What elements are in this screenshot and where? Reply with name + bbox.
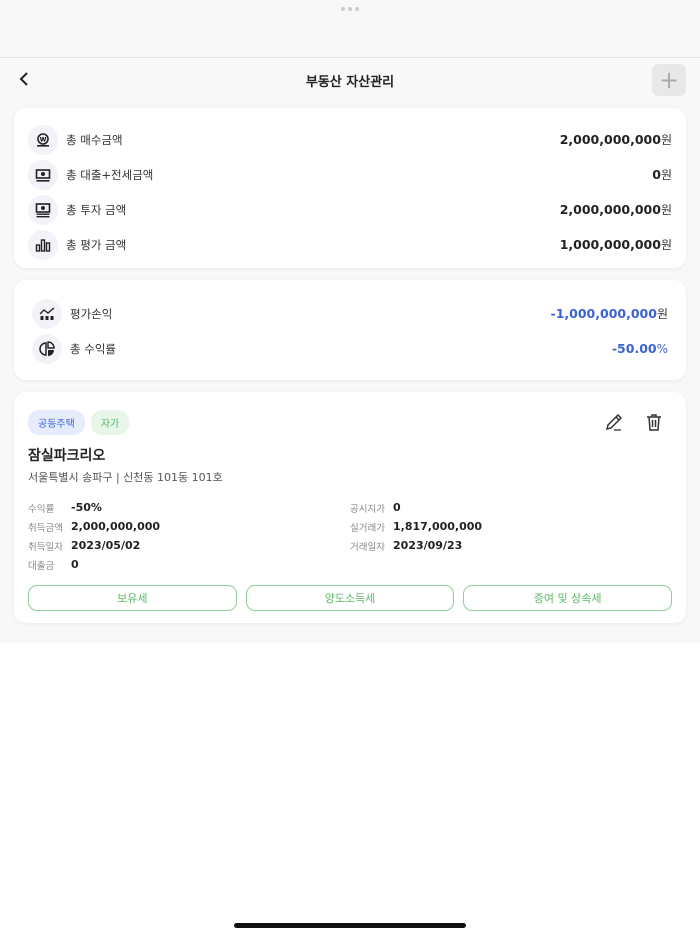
type-badge: 공동주택 xyxy=(28,410,85,435)
field-value: 0 xyxy=(393,501,401,514)
summary-value: 2,000,000,000 xyxy=(559,202,661,217)
profit-row: 총 수익률 -50.00% xyxy=(32,331,668,366)
profit-label: 평가손익 xyxy=(70,306,113,321)
summary-row: 총 평가 금액 1,000,000,000 원 xyxy=(28,227,672,262)
money-stack-icon xyxy=(28,194,58,225)
field: 거래일자 2023/09/23 xyxy=(350,539,672,553)
summary-row: 총 투자 금액 2,000,000,000 원 xyxy=(28,192,672,227)
summary-row: 총 대출+전세금액 0 원 xyxy=(28,157,672,192)
summary-row: W 총 매수금액 2,000,000,000 원 xyxy=(28,122,672,157)
field: 대출금 0 xyxy=(28,558,350,572)
gift-inheritance-tax-button[interactable]: 증여 및 상속세 xyxy=(463,585,673,611)
status-bar xyxy=(0,0,700,58)
profit-card: 평가손익 -1,000,000,000 원 총 수익률 -50.00% xyxy=(14,280,686,380)
profit-row: 평가손익 -1,000,000,000 원 xyxy=(32,296,668,331)
summary-unit: 원 xyxy=(660,238,672,252)
summary-label: 총 투자 금액 xyxy=(66,202,127,217)
summary-card: W총 매수금액 2,000,000,000 원 총 대출+전세금액 0 원 총 투자 금… xyxy=(14,108,686,268)
field-label: 거래일자 xyxy=(350,541,385,553)
plus-icon: + xyxy=(658,66,680,94)
ownership-badge: 자가 xyxy=(90,410,130,435)
summary-value: 0 xyxy=(652,167,661,182)
field-label: 실거래가 xyxy=(350,522,385,534)
field-label: 취득일자 xyxy=(28,541,63,553)
field-value: -50% xyxy=(71,501,102,514)
field: 수익률 -50% xyxy=(28,501,350,515)
page-title: 부동산 자산관리 xyxy=(305,74,395,90)
profit-unit: 원 xyxy=(656,307,668,321)
trash-icon[interactable] xyxy=(644,412,664,432)
field-value: 2023/05/02 xyxy=(71,539,141,552)
pie-chart-icon xyxy=(32,333,62,364)
back-icon[interactable] xyxy=(16,70,34,88)
multitask-dots[interactable] xyxy=(341,7,359,11)
profit-unit: % xyxy=(656,341,668,356)
field-value: 0 xyxy=(71,558,79,571)
field-label: 수익률 xyxy=(28,503,55,515)
home-indicator[interactable] xyxy=(234,923,466,928)
cash-icon xyxy=(28,159,58,190)
trend-icon xyxy=(32,298,62,329)
summary-unit: 원 xyxy=(660,133,672,147)
property-address: 서울특별시 송파구 | 신천동 101동 101호 xyxy=(28,471,223,484)
property-card[interactable]: 공동주택 자가 잠실파크리오 서울특별시 송파구 | 신천동 101동 101호 … xyxy=(14,392,686,623)
summary-value: 2,000,000,000 xyxy=(559,132,661,147)
field: 취득일자 2023/05/02 xyxy=(28,539,350,553)
field-label: 대출금 xyxy=(28,560,55,572)
profit-value: -1,000,000,000 xyxy=(550,306,657,321)
nav-bar: 부동산 자산관리 + xyxy=(0,58,700,102)
field: 실거래가 1,817,000,000 xyxy=(350,520,672,534)
bar-chart-icon xyxy=(28,229,58,260)
summary-label: 총 대출+전세금액 xyxy=(66,167,154,182)
field-label: 취득금액 xyxy=(28,522,63,534)
summary-value: 1,000,000,000 xyxy=(559,237,661,252)
add-button[interactable]: + xyxy=(652,64,686,96)
edit-icon[interactable] xyxy=(604,412,624,432)
profit-label: 총 수익률 xyxy=(70,341,116,356)
summary-unit: 원 xyxy=(660,203,672,217)
property-name: 잠실파크리오 xyxy=(28,448,106,464)
summary-unit: 원 xyxy=(660,168,672,182)
summary-label: 총 평가 금액 xyxy=(66,237,127,252)
profit-value: -50.00 xyxy=(611,341,657,356)
holding-tax-button[interactable]: 보유세 xyxy=(28,585,237,611)
field-value: 2023/09/23 xyxy=(393,539,463,552)
svg-text:W: W xyxy=(40,136,47,143)
summary-label: 총 매수금액 xyxy=(66,132,123,147)
field: 공시지가 0 xyxy=(350,501,672,515)
field-label: 공시지가 xyxy=(350,503,385,515)
won-coin-icon: W xyxy=(28,124,58,155)
field-value: 1,817,000,000 xyxy=(393,520,483,533)
capital-gains-tax-button[interactable]: 양도소득세 xyxy=(245,585,455,611)
field-value: 2,000,000,000 xyxy=(71,520,161,533)
field: 취득금액 2,000,000,000 xyxy=(28,520,350,534)
